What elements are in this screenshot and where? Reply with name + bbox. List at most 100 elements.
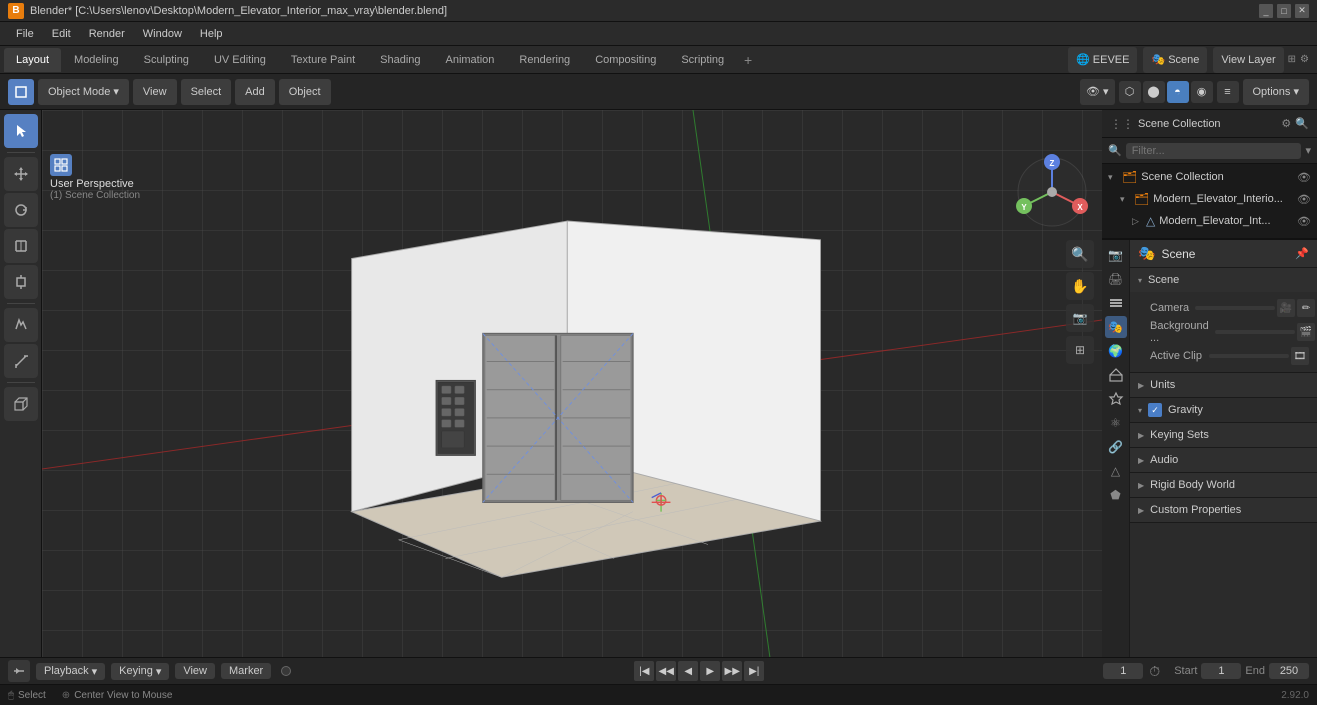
camera-icon-btn[interactable]: 📷: [1066, 304, 1094, 332]
select-menu[interactable]: Select: [181, 79, 232, 105]
step-forward-btn[interactable]: ▶▶: [722, 661, 742, 681]
tab-scripting[interactable]: Scripting: [669, 48, 736, 72]
tab-sculpting[interactable]: Sculpting: [132, 48, 201, 72]
tab-layout[interactable]: Layout: [4, 48, 61, 72]
prop-tab-scene[interactable]: 🎭: [1105, 316, 1127, 338]
viewport-options-btn[interactable]: ≡: [1217, 81, 1239, 103]
props-pin-icon[interactable]: 📌: [1295, 247, 1309, 260]
custom-props-toggle[interactable]: ▶ Custom Properties: [1130, 498, 1317, 522]
scene-selector[interactable]: 🎭 Scene: [1143, 47, 1207, 73]
shading-render-btn[interactable]: ◉: [1191, 81, 1213, 103]
close-btn[interactable]: ✕: [1295, 4, 1309, 18]
jump-start-btn[interactable]: |◀: [634, 661, 654, 681]
playback-btn[interactable]: Playback ▾: [36, 663, 105, 680]
menu-help[interactable]: Help: [192, 26, 231, 42]
menu-edit[interactable]: Edit: [44, 26, 79, 42]
current-frame[interactable]: 1: [1103, 663, 1143, 679]
view-layer-add[interactable]: ⊞: [1288, 54, 1296, 65]
view-layer-selector[interactable]: View Layer: [1213, 47, 1283, 73]
keying-sets-toggle[interactable]: ▶ Keying Sets: [1130, 423, 1317, 447]
rigid-body-toggle[interactable]: ▶ Rigid Body World: [1130, 473, 1317, 497]
prop-tab-view-layer[interactable]: [1105, 292, 1127, 314]
audio-toggle[interactable]: ▶ Audio: [1130, 448, 1317, 472]
timeline-view-btn[interactable]: View: [175, 663, 215, 679]
play-back-btn[interactable]: ◀: [678, 661, 698, 681]
active-clip-icon[interactable]: 🎞: [1291, 347, 1309, 365]
minimize-btn[interactable]: _: [1259, 4, 1273, 18]
tab-texture-paint[interactable]: Texture Paint: [279, 48, 367, 72]
play-btn[interactable]: ▶: [700, 661, 720, 681]
window-controls[interactable]: _ □ ✕: [1259, 4, 1309, 18]
outliner-item-scene-collection[interactable]: ▾ 🗂 Scene Collection 👁: [1102, 166, 1317, 188]
marker-btn[interactable]: Marker: [221, 663, 271, 679]
mesh-eye[interactable]: 👁: [1297, 215, 1311, 228]
scene-section-toggle[interactable]: ▾ Scene: [1130, 268, 1317, 292]
tool-add-cube[interactable]: [4, 387, 38, 421]
viewport-shading-dropdown[interactable]: 👁 ▾: [1080, 79, 1115, 105]
tool-select[interactable]: [4, 114, 38, 148]
end-frame[interactable]: 250: [1269, 663, 1309, 679]
tool-scale[interactable]: [4, 229, 38, 263]
menu-window[interactable]: Window: [135, 26, 190, 42]
tab-uv-editing[interactable]: UV Editing: [202, 48, 278, 72]
prop-tab-object[interactable]: [1105, 364, 1127, 386]
units-section-toggle[interactable]: ▶ Units: [1130, 373, 1317, 397]
prop-tab-physics[interactable]: ⚛: [1105, 412, 1127, 434]
tab-shading[interactable]: Shading: [368, 48, 432, 72]
scene-collection-eye[interactable]: 👁: [1297, 171, 1311, 184]
camera-edit-icon[interactable]: ✏: [1297, 299, 1315, 317]
tab-compositing[interactable]: Compositing: [583, 48, 668, 72]
shading-material-btn[interactable]: ◓: [1167, 81, 1189, 103]
timeline-type-icon[interactable]: [8, 660, 30, 682]
pan-icon-btn[interactable]: ✋: [1066, 272, 1094, 300]
add-menu[interactable]: Add: [235, 79, 275, 105]
nav-gizmo-svg[interactable]: Z X Y: [1014, 154, 1090, 230]
background-field-value[interactable]: [1215, 330, 1295, 334]
maximize-btn[interactable]: □: [1277, 4, 1291, 18]
keyframe-dot[interactable]: [281, 666, 291, 676]
mode-icon[interactable]: [8, 79, 34, 105]
tool-rotate[interactable]: [4, 193, 38, 227]
viewport-area[interactable]: User Perspective (1) Scene Collection Z …: [42, 110, 1102, 657]
search-options-icon[interactable]: ▾: [1305, 144, 1311, 157]
prop-tab-render[interactable]: 📷: [1105, 244, 1127, 266]
outliner-search-input[interactable]: [1126, 143, 1302, 159]
object-menu[interactable]: Object: [279, 79, 331, 105]
zoom-icon-btn[interactable]: 🔍: [1066, 240, 1094, 268]
active-clip-field-value[interactable]: [1209, 354, 1289, 358]
tool-measure[interactable]: [4, 344, 38, 378]
outliner-search-icon[interactable]: 🔍: [1295, 117, 1309, 130]
tab-rendering[interactable]: Rendering: [507, 48, 582, 72]
prop-tab-material[interactable]: ⬟: [1105, 484, 1127, 506]
outliner-item-elevator-mesh[interactable]: ▷ △ Modern_Elevator_Int... 👁: [1102, 210, 1317, 232]
menu-file[interactable]: File: [8, 26, 42, 42]
camera-field-value[interactable]: [1195, 306, 1275, 310]
engine-selector[interactable]: 🌐 EEVEE: [1068, 47, 1137, 73]
camera-eyedropper-icon[interactable]: 🎥: [1277, 299, 1295, 317]
elevator-eye[interactable]: 👁: [1297, 193, 1311, 206]
prop-tab-object-data[interactable]: △: [1105, 460, 1127, 482]
view-layer-settings[interactable]: ⚙: [1300, 54, 1309, 65]
outliner-item-elevator[interactable]: ▾ 🗂 Modern_Elevator_Interio... 👁: [1102, 188, 1317, 210]
step-back-btn[interactable]: ◀◀: [656, 661, 676, 681]
fps-icon[interactable]: ⏱: [1149, 663, 1160, 680]
gravity-checkbox[interactable]: ✓: [1148, 403, 1162, 417]
start-frame[interactable]: 1: [1201, 663, 1241, 679]
tool-transform[interactable]: [4, 265, 38, 299]
tool-annotate[interactable]: [4, 308, 38, 342]
keying-btn[interactable]: Keying ▾: [111, 663, 169, 680]
prop-tab-modifier[interactable]: [1105, 388, 1127, 410]
prop-tab-output[interactable]: 🖨: [1105, 268, 1127, 290]
object-mode-dropdown[interactable]: Object Mode ▾: [38, 79, 129, 105]
ortho-icon-btn[interactable]: ⊞: [1066, 336, 1094, 364]
tab-modeling[interactable]: Modeling: [62, 48, 131, 72]
nav-gizmo[interactable]: Z X Y: [1014, 154, 1094, 234]
tab-animation[interactable]: Animation: [434, 48, 507, 72]
prop-tab-constraints[interactable]: 🔗: [1105, 436, 1127, 458]
shading-solid-btn[interactable]: ⬤: [1143, 81, 1165, 103]
shading-wire-btn[interactable]: ⬡: [1119, 81, 1141, 103]
background-icon[interactable]: 🎬: [1297, 323, 1315, 341]
jump-end-btn[interactable]: ▶|: [744, 661, 764, 681]
prop-tab-world[interactable]: 🌍: [1105, 340, 1127, 362]
view-menu[interactable]: View: [133, 79, 177, 105]
